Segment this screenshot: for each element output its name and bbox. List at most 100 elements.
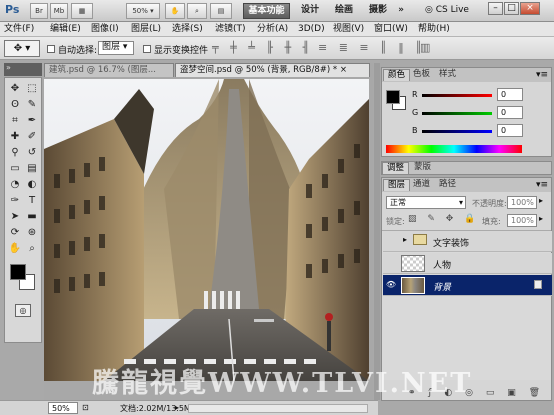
menu-view[interactable]: 视图(V) — [333, 23, 364, 36]
align-buttons[interactable]: ╤ ╪ ╧ ╟ ╫ ╢ — [212, 41, 313, 54]
healing-tool[interactable]: ✚ — [8, 130, 22, 144]
lasso-tool[interactable]: ʘ — [8, 98, 22, 112]
minimize-button[interactable]: – — [488, 2, 503, 15]
menu-select[interactable]: 选择(S) — [172, 23, 203, 36]
channel-r-input[interactable]: 0 — [497, 88, 523, 101]
blur-tool[interactable]: ◔ — [8, 178, 22, 192]
tab-document-inception[interactable]: 盗梦空间.psd @ 50% (背景, RGB/8#) * × — [175, 63, 370, 77]
workspace-painting[interactable]: 绘画 — [330, 3, 358, 19]
shape-tool[interactable]: ▬ — [25, 210, 39, 224]
gradient-tool[interactable]: ▤ — [25, 162, 39, 176]
expand-arrow-icon[interactable]: ▸ — [403, 235, 407, 244]
opacity-input[interactable]: 100% — [507, 196, 537, 209]
layer-row-text-decoration[interactable]: ▸ 文字装饰 — [383, 231, 552, 252]
3d-rotate-tool[interactable]: ⟳ — [8, 226, 22, 240]
tab-close-icon[interactable]: × — [340, 65, 347, 75]
channel-b-input[interactable]: 0 — [497, 124, 523, 137]
marquee-tool[interactable]: ⬚ — [25, 82, 39, 96]
menu-edit[interactable]: 编辑(E) — [50, 23, 81, 36]
menu-window[interactable]: 窗口(W) — [374, 23, 408, 36]
workspace-photography[interactable]: 摄影 — [364, 3, 392, 19]
mini-bridge-button[interactable]: Mb — [50, 3, 68, 19]
auto-select-target-select[interactable]: 图层 ▾ — [98, 41, 134, 55]
brush-tool[interactable]: ✐ — [25, 130, 39, 144]
distribute-buttons[interactable]: ≡ ≣ ≡ ║ ‖ ║ — [318, 41, 426, 54]
tab-document-building[interactable]: 建筑.psd @ 16.7% (图层... — [44, 63, 174, 77]
pen-tool[interactable]: ✑ — [8, 194, 22, 208]
panel-menu-icon[interactable]: ▾≡ — [536, 70, 548, 80]
layer-row-person[interactable]: 人物 — [383, 253, 552, 274]
auto-select-checkbox[interactable] — [47, 45, 55, 53]
visibility-toggle-empty[interactable] — [385, 258, 397, 269]
channel-g-input[interactable]: 0 — [497, 106, 523, 119]
hand-tool[interactable]: ✋ — [8, 242, 22, 256]
menu-help[interactable]: 帮助(H) — [418, 23, 450, 36]
menu-3d[interactable]: 3D(D) — [298, 23, 325, 36]
restore-button[interactable]: □ — [504, 2, 519, 15]
zoom-level-select[interactable]: 50% ▾ — [126, 3, 160, 19]
tab-layers[interactable]: 图层 — [383, 179, 411, 191]
menu-layer[interactable]: 图层(L) — [131, 23, 161, 36]
status-menu-arrow-icon[interactable]: ▸ — [175, 403, 179, 412]
eyedropper-tool[interactable]: ✒ — [25, 114, 39, 128]
menu-analysis[interactable]: 分析(A) — [257, 23, 288, 36]
quick-mask-button[interactable]: ◎ — [15, 304, 31, 317]
crop-tool[interactable]: ⌗ — [8, 114, 22, 128]
view-extras-button[interactable]: ▦ — [71, 3, 93, 19]
tab-paths[interactable]: 路径 — [435, 179, 460, 191]
channel-r-slider[interactable] — [422, 94, 492, 97]
eraser-tool[interactable]: ▭ — [8, 162, 22, 176]
history-brush-tool[interactable]: ↺ — [25, 146, 39, 160]
hand-tool-button[interactable]: ✋ — [165, 3, 185, 19]
canvas-image[interactable] — [44, 79, 369, 381]
color-spectrum-bar[interactable] — [386, 145, 522, 153]
eye-icon[interactable]: 👁 — [385, 280, 397, 291]
tab-styles[interactable]: 样式 — [435, 69, 460, 81]
close-button[interactable]: × — [520, 2, 540, 15]
arrange-documents-button[interactable]: ▤ — [210, 3, 232, 19]
show-transform-checkbox[interactable] — [143, 45, 151, 53]
zoom-tool-button[interactable]: ⌕ — [187, 3, 207, 19]
workspace-design[interactable]: 设计 — [296, 3, 324, 19]
menu-filter[interactable]: 滤镜(T) — [215, 23, 246, 36]
fill-dropdown-icon[interactable]: ▸ — [539, 214, 543, 223]
fill-input[interactable]: 100% — [507, 214, 537, 227]
dodge-tool-icon: ◐ — [27, 179, 37, 190]
tab-swatches[interactable]: 色板 — [409, 69, 434, 81]
auto-align-button[interactable]: ▥ — [420, 41, 430, 54]
tab-adjustments[interactable]: 调整 — [382, 162, 410, 174]
quick-select-tool[interactable]: ✎ — [25, 98, 39, 112]
opacity-dropdown-icon[interactable]: ▸ — [539, 196, 543, 205]
zoom-tool[interactable]: ⌕ — [25, 242, 39, 256]
channel-g-slider[interactable] — [422, 112, 492, 115]
path-select-tool[interactable]: ➤ — [8, 210, 22, 224]
channel-b-slider[interactable] — [422, 130, 492, 133]
cs-live-button[interactable]: ◎ CS Live — [425, 5, 469, 15]
tab-color[interactable]: 颜色 — [383, 69, 411, 81]
panel-dock-divider[interactable] — [374, 63, 380, 400]
tools-panel-header[interactable]: » — [4, 63, 42, 76]
blend-mode-select[interactable]: 正常 ▾ — [386, 196, 466, 209]
tab-masks[interactable]: 蒙版 — [410, 162, 435, 174]
layer-row-background[interactable]: 👁 背景 — [383, 275, 552, 296]
3d-orbit-tool[interactable]: ⊛ — [25, 226, 39, 240]
zoom-input[interactable]: 50% — [48, 402, 78, 414]
menu-image[interactable]: 图像(I) — [91, 23, 119, 36]
type-tool[interactable]: T — [25, 194, 39, 208]
document-options-icon[interactable]: ⊡ — [82, 403, 89, 412]
move-tool[interactable]: ✥ — [8, 82, 22, 96]
tool-preset-picker[interactable]: ✥ ▾ — [4, 40, 40, 57]
foreground-color-swatch[interactable] — [10, 264, 26, 280]
more-workspaces-button[interactable]: » — [395, 3, 407, 19]
layers-menu-icon[interactable]: ▾≡ — [536, 180, 548, 190]
visibility-toggle-empty[interactable] — [385, 236, 397, 247]
bridge-button[interactable]: Br — [30, 3, 48, 19]
tab-channels[interactable]: 通道 — [409, 179, 434, 191]
menu-file[interactable]: 文件(F) — [4, 23, 34, 36]
workspace-essentials[interactable]: 基本功能 — [243, 3, 290, 19]
clone-stamp-tool[interactable]: ⚲ — [8, 146, 22, 160]
foreground-swatch[interactable] — [386, 90, 400, 104]
dodge-tool[interactable]: ◐ — [25, 178, 39, 192]
lock-buttons[interactable]: ▨ ✎ ✥ 🔒 — [408, 214, 479, 224]
horizontal-scrollbar[interactable] — [188, 404, 368, 413]
